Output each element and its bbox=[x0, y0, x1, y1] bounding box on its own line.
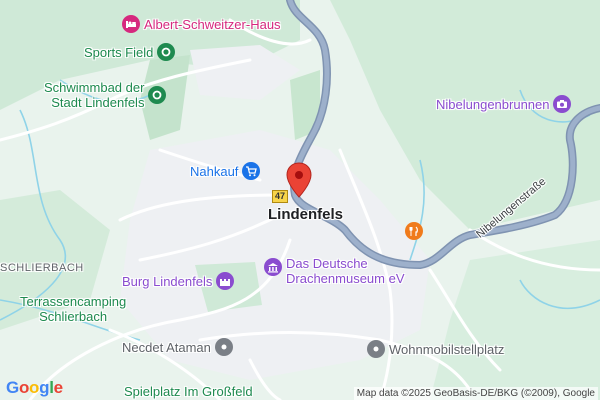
restaurant-icon bbox=[405, 222, 423, 240]
poi-spielplatz[interactable]: Spielplatz Im Großfeld bbox=[124, 384, 253, 399]
poi-drachenmuseum-label-line2: Drachenmuseum eV bbox=[286, 271, 405, 286]
logo-letter: g bbox=[39, 378, 50, 397]
poi-sports-field-label: Sports Field bbox=[84, 44, 154, 60]
poi-restaurant[interactable] bbox=[405, 222, 423, 240]
map-canvas[interactable]: Albert-Schweitzer-Haus Sports Field Schw… bbox=[0, 0, 600, 400]
museum-icon bbox=[264, 258, 282, 276]
hotel-icon bbox=[122, 15, 140, 33]
poi-nahkauf[interactable]: Nahkauf bbox=[190, 162, 261, 180]
castle-icon bbox=[216, 272, 235, 290]
poi-drachenmuseum-label: Das Deutsche Drachenmuseum eV bbox=[286, 256, 405, 286]
town-label-lindenfels[interactable]: Lindenfels bbox=[268, 206, 343, 223]
location-pin-icon[interactable] bbox=[286, 162, 312, 198]
poi-terrassencamping[interactable]: Terrassencamping Schlierbach bbox=[20, 294, 126, 324]
poi-nibelungenbrunnen-label: Nibelungenbrunnen bbox=[436, 96, 550, 112]
park-icon bbox=[148, 86, 167, 104]
park-icon bbox=[157, 43, 176, 61]
poi-schwimmbad-label-line1: Schwimmbad der bbox=[44, 80, 145, 95]
logo-letter: G bbox=[6, 378, 19, 397]
google-logo: Google bbox=[6, 378, 63, 398]
poi-wohnmobilstellplatz-label: Wohnmobilstellplatz bbox=[389, 341, 505, 357]
poi-drachenmuseum-label-line1: Das Deutsche bbox=[286, 256, 368, 271]
place-icon bbox=[214, 338, 233, 356]
poi-terrassencamping-label-line1: Terrassencamping bbox=[20, 294, 127, 309]
poi-albert-schweitzer-haus-label: Albert-Schweitzer-Haus bbox=[144, 16, 281, 32]
poi-necdet-ataman[interactable]: Necdet Ataman bbox=[122, 338, 233, 356]
camera-icon bbox=[553, 95, 572, 113]
poi-terrassencamping-label-line2: Schlierbach bbox=[39, 309, 108, 324]
logo-letter: e bbox=[53, 378, 63, 397]
poi-sports-field[interactable]: Sports Field bbox=[84, 43, 176, 61]
shopping-cart-icon bbox=[242, 162, 261, 180]
poi-nibelungenbrunnen[interactable]: Nibelungenbrunnen bbox=[436, 95, 572, 113]
map-attribution[interactable]: Map data ©2025 GeoBasis-DE/BKG (©2009), … bbox=[353, 387, 598, 400]
poi-schwimmbad-label: Schwimmbad der Stadt Lindenfels bbox=[44, 80, 144, 110]
poi-drachenmuseum[interactable]: Das Deutsche Drachenmuseum eV bbox=[264, 256, 405, 286]
place-icon bbox=[367, 340, 385, 358]
poi-schwimmbad-label-line2: Stadt Lindenfels bbox=[51, 95, 145, 110]
poi-burg-lindenfels-label: Burg Lindenfels bbox=[122, 273, 213, 289]
poi-nahkauf-label: Nahkauf bbox=[190, 163, 239, 179]
village-label-schlierbach[interactable]: SCHLIERBACH bbox=[0, 262, 84, 274]
poi-schwimmbad[interactable]: Schwimmbad der Stadt Lindenfels bbox=[44, 80, 167, 110]
poi-wohnmobilstellplatz[interactable]: Wohnmobilstellplatz bbox=[367, 340, 504, 358]
logo-letter: o bbox=[18, 378, 30, 397]
poi-spielplatz-label: Spielplatz Im Großfeld bbox=[124, 384, 253, 399]
poi-burg-lindenfels[interactable]: Burg Lindenfels bbox=[122, 272, 235, 290]
poi-albert-schweitzer-haus[interactable]: Albert-Schweitzer-Haus bbox=[122, 15, 281, 33]
logo-letter: o bbox=[29, 378, 40, 397]
poi-terrassencamping-label: Terrassencamping Schlierbach bbox=[20, 294, 126, 324]
poi-necdet-ataman-label: Necdet Ataman bbox=[122, 339, 211, 355]
